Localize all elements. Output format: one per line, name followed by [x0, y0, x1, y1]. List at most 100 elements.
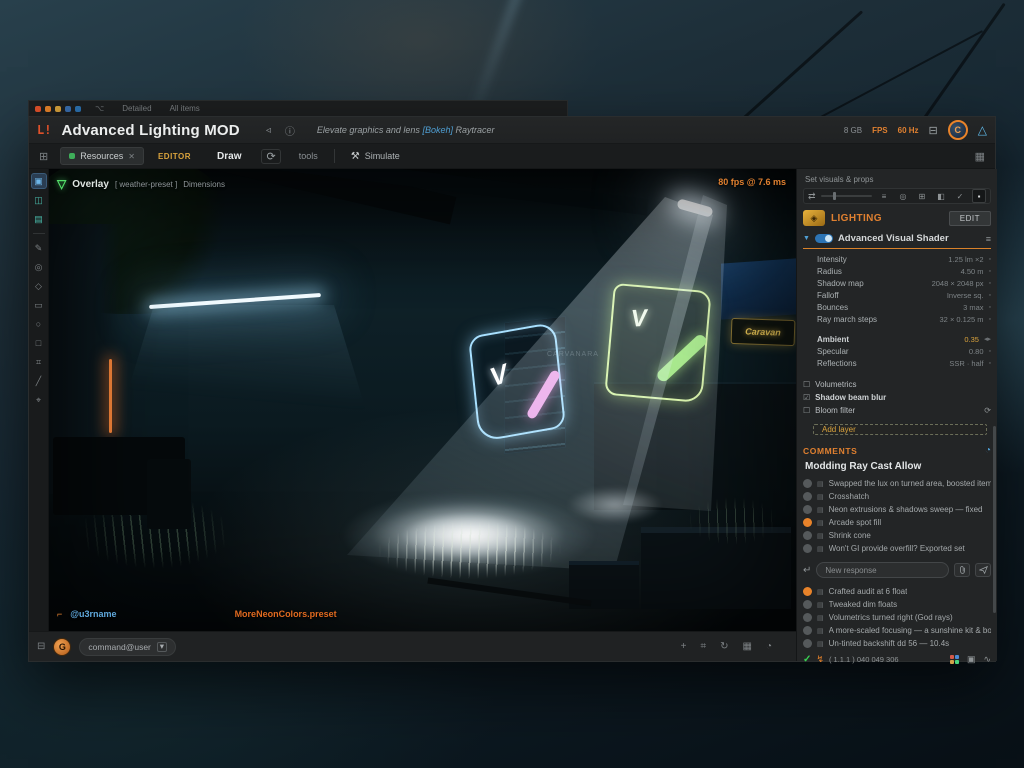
preset-file-label[interactable]: MoreNeonColors.preset: [235, 609, 337, 619]
layers-tool-icon[interactable]: ▤: [31, 211, 47, 227]
comment-item[interactable]: ▤ A more-scaled focusing — a sunshine ki…: [803, 624, 991, 637]
tab-tools[interactable]: tools: [299, 151, 318, 161]
property-value[interactable]: 2048 × 2048 px: [932, 279, 984, 288]
tab-draw[interactable]: Draw: [217, 151, 241, 162]
property-checkbox-icon[interactable]: ▫: [989, 360, 991, 367]
property-value[interactable]: 0.80: [969, 347, 984, 356]
property-value[interactable]: 4.50 m: [961, 267, 984, 276]
property-value[interactable]: SSR · half: [949, 359, 983, 368]
image-tool-icon[interactable]: ▣: [31, 173, 47, 189]
property-row[interactable]: Ray march steps 32 × 0.125 m ▫: [803, 313, 991, 325]
target-icon[interactable]: ◎: [896, 189, 910, 203]
target-tool-icon[interactable]: ⌖: [31, 392, 47, 408]
simulate-button[interactable]: ⚒ Simulate: [351, 151, 400, 162]
check-small-icon[interactable]: ✓: [953, 189, 967, 203]
toggle-row[interactable]: ☐ Bloom filter ⟳: [803, 404, 991, 416]
grid-menu-icon[interactable]: ⊞: [35, 150, 52, 163]
property-checkbox-icon[interactable]: ▫: [989, 280, 991, 287]
grid-icon[interactable]: ▦: [743, 641, 752, 652]
overlay-weather-preset[interactable]: [ weather-preset ]: [115, 180, 177, 189]
comment-item[interactable]: ▤ Won't GI provide overfill? Exported se…: [803, 542, 991, 555]
property-checkbox-icon[interactable]: ▫: [989, 348, 991, 355]
hash-tool-icon[interactable]: ⌗: [31, 354, 47, 370]
property-row[interactable]: Radius 4.50 m ▫: [803, 265, 991, 277]
viewport-3d-scene[interactable]: V V Caravan CARVANARA: [49, 169, 796, 631]
lighting-row[interactable]: ◈ LIGHTING EDIT: [803, 210, 991, 226]
rotate-icon[interactable]: ⟳: [261, 149, 280, 164]
sphere-tool-icon[interactable]: ◎: [31, 259, 47, 275]
property-row[interactable]: Ambient 0.35 ◂▸: [803, 333, 991, 345]
crosshair-icon[interactable]: +: [681, 641, 687, 652]
panel-toggle-icon[interactable]: ⊟: [37, 641, 45, 652]
shader-toggle[interactable]: [815, 234, 833, 243]
redo-icon[interactable]: ↻: [720, 641, 728, 652]
property-row[interactable]: Bounces 3 max ▫: [803, 301, 991, 313]
checkbox-icon[interactable]: ☐: [803, 406, 810, 415]
swap-icon[interactable]: ⇄: [808, 191, 816, 202]
pen-tool-icon[interactable]: ✎: [31, 240, 47, 256]
edit-button[interactable]: EDIT: [949, 211, 991, 226]
comment-item[interactable]: ▤ Crafted audit at 6 float: [803, 585, 991, 598]
tab-close-icon[interactable]: ✕: [128, 152, 135, 161]
shader-section-header[interactable]: ▼ Advanced Visual Shader ≡: [803, 233, 991, 249]
property-value[interactable]: Inverse sq.: [947, 291, 984, 300]
toggle-row[interactable]: ☐ Volumetrics: [803, 378, 991, 390]
taskbar-avatar[interactable]: G: [53, 638, 71, 656]
slider-thumb[interactable]: [833, 192, 836, 200]
inspector-slider[interactable]: [821, 195, 872, 197]
property-value[interactable]: 3 max: [963, 303, 983, 312]
property-value[interactable]: 32 × 0.125 m: [940, 315, 984, 324]
comment-item[interactable]: ▤ Un-tinted backshift dd 56 — 10.4s: [803, 637, 991, 650]
window-dot-blue[interactable]: [65, 106, 71, 112]
comment-item[interactable]: ▤ Tweaked dim floats: [803, 598, 991, 611]
user-pill[interactable]: command@user ▾: [79, 638, 175, 656]
property-value[interactable]: 1.25 lm ×2: [948, 255, 983, 264]
attach-button[interactable]: [954, 563, 970, 577]
send-button[interactable]: [975, 563, 991, 577]
share-icon[interactable]: △: [978, 123, 987, 137]
comment-item[interactable]: ▤ Volumetrics turned right (God rays): [803, 611, 991, 624]
sync-icon[interactable]: ◔: [985, 445, 991, 456]
window-dot-blue2[interactable]: [75, 106, 81, 112]
user-handle[interactable]: @u3rname: [70, 609, 116, 619]
layout-grid-icon[interactable]: ▦: [975, 150, 989, 163]
list-icon[interactable]: ≡: [877, 189, 891, 203]
mute-icon[interactable]: ◃: [266, 125, 271, 136]
hash-icon[interactable]: ⌗: [700, 641, 706, 652]
menu-item-all[interactable]: All items: [170, 104, 200, 113]
overlay-dimensions[interactable]: Dimensions: [183, 180, 225, 189]
branch-check-icon[interactable]: ✓: [803, 654, 811, 665]
property-row[interactable]: Shadow map 2048 × 2048 px ▫: [803, 277, 991, 289]
property-checkbox-icon[interactable]: ▫: [989, 268, 991, 275]
property-row[interactable]: Reflections SSR · half ▫: [803, 357, 991, 369]
user-avatar[interactable]: C: [948, 120, 968, 140]
info-icon[interactable]: ⓘ: [285, 123, 295, 138]
wave-icon[interactable]: ∿: [983, 654, 991, 665]
window-dot-orange[interactable]: [45, 106, 51, 112]
shader-menu-icon[interactable]: ≡: [986, 234, 991, 244]
property-value[interactable]: 0.35: [964, 335, 979, 344]
rgb-grid-icon[interactable]: [950, 655, 959, 664]
circle-tool-icon[interactable]: ○: [31, 316, 47, 332]
node-tool-icon[interactable]: ◇: [31, 278, 47, 294]
property-row[interactable]: Intensity 1.25 lm ×2 ▫: [803, 253, 991, 265]
checkbox-icon[interactable]: ☑: [803, 393, 810, 402]
menu-item-detailed[interactable]: Detailed: [122, 104, 151, 113]
comment-item[interactable]: ▤ Neon extrusions & shadows sweep — fixe…: [803, 503, 991, 516]
reply-input[interactable]: [816, 562, 949, 578]
comment-item[interactable]: ▤ Crosshatch: [803, 490, 991, 503]
property-row[interactable]: Falloff Inverse sq. ▫: [803, 289, 991, 301]
line-tool-icon[interactable]: ╱: [31, 373, 47, 389]
refresh-icon[interactable]: ⟳: [984, 406, 991, 415]
square-tool-icon[interactable]: □: [31, 335, 47, 351]
property-checkbox-icon[interactable]: ▫: [989, 304, 991, 311]
clock-icon[interactable]: ◔: [766, 641, 772, 652]
grid-small-icon[interactable]: ⊞: [915, 189, 929, 203]
tab-resources[interactable]: Resources ✕: [60, 147, 144, 165]
comment-item[interactable]: ▤ Swapped the lux on turned area, booste…: [803, 477, 991, 490]
sidebar-scrollbar[interactable]: [993, 426, 996, 613]
toggle-row[interactable]: ☑ Shadow beam blur: [803, 391, 991, 403]
property-checkbox-icon[interactable]: ▫: [989, 256, 991, 263]
comment-item[interactable]: ▤ Arcade spot fill: [803, 516, 991, 529]
property-row[interactable]: Specular 0.80 ▫: [803, 345, 991, 357]
